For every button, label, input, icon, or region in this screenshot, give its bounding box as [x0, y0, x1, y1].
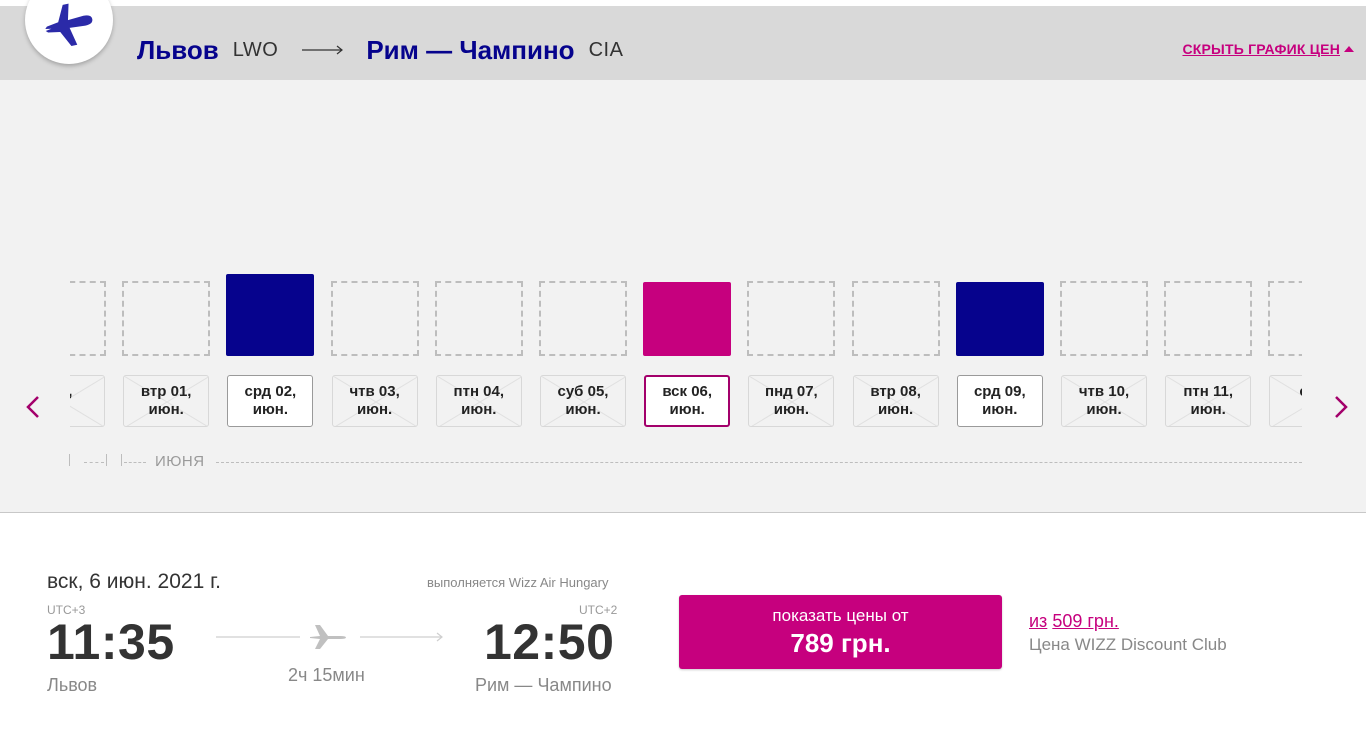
chevron-right-icon[interactable]	[1331, 392, 1351, 422]
date-tab-day: чтв 03,	[349, 383, 400, 400]
price-bar-empty	[122, 281, 211, 356]
date-tab-day: суб	[1299, 383, 1302, 401]
month-tick	[106, 454, 107, 466]
date-tab-day: птн 11,	[1183, 383, 1234, 400]
flight-duration: 2ч 15мин	[288, 665, 365, 685]
date-tab-month: июн.	[773, 401, 810, 418]
date-tab-day: чтв 10,	[1078, 383, 1130, 400]
date-tab[interactable]: вск 06, июн.	[644, 375, 731, 427]
price-bar-empty	[1060, 281, 1148, 356]
date-tab[interactable]: птн 04, июн.	[435, 375, 522, 427]
flight-timeline	[216, 625, 446, 654]
price-bars: 31,явтр 01,июн.срд 02,июн.чтв 03,июн.птн…	[70, 80, 1302, 512]
price-bar-empty	[1164, 281, 1253, 356]
price-bar-empty	[851, 281, 940, 356]
date-tab[interactable]: срд 09, июн.	[956, 375, 1043, 427]
date-tab-month: июн.	[565, 401, 601, 418]
date-tab-day: 31,	[70, 383, 72, 401]
month-divider	[124, 462, 146, 463]
date-tab-day: вск 06,	[662, 383, 713, 400]
price-bar-empty	[330, 281, 419, 356]
date-tab[interactable]: суб 05, июн.	[540, 375, 626, 427]
departure-city: Львов	[47, 675, 98, 695]
date-tab-month: июн.	[1190, 401, 1226, 418]
date-tab-day: срд 09,	[973, 383, 1026, 400]
route-arrow-icon	[302, 45, 344, 55]
destination-code: CIA	[588, 38, 624, 61]
month-tick	[69, 454, 70, 466]
date-tab[interactable]: втр 08, июн.	[852, 375, 939, 427]
date-tab[interactable]: суби	[1269, 375, 1302, 427]
date-tab[interactable]: втр 01, июн.	[123, 375, 210, 427]
date-tab[interactable]: пнд 07, июн.	[748, 375, 835, 427]
price-chart: 31,явтр 01,июн.срд 02,июн.чтв 03,июн.птн…	[0, 80, 1366, 513]
destination-city: Рим — Чампино	[366, 34, 575, 65]
show-prices-button[interactable]: показать цены от 789 грн.	[679, 595, 1002, 669]
date-tab-day: птн 04,	[453, 383, 505, 400]
price-bar-empty	[70, 281, 106, 356]
flight-card: вск, 6 июн. 2021 г. выполняется Wizz Air…	[0, 513, 1366, 741]
unavailable-cross	[1270, 376, 1302, 426]
date-tab-month: июн.	[877, 401, 914, 418]
club-price-value: 509 грн.	[1052, 611, 1119, 631]
price-bar-empty	[747, 281, 836, 356]
origin-code: LWO	[232, 38, 279, 61]
operated-by: выполняется Wizz Air Hungary	[427, 575, 609, 590]
date-tab[interactable]: срд 02, июн.	[227, 375, 314, 427]
club-price-link[interactable]: из 509 грн.	[1029, 611, 1119, 632]
date-tab-day: срд 02,	[244, 383, 297, 400]
route-header: Львов LWO Рим — Чампино CIA СКРЫТЬ ГРАФИ…	[0, 6, 1366, 80]
price-value: 789 грн.	[790, 628, 891, 658]
date-tab-month: июн.	[982, 401, 1018, 418]
club-price-prefix: из	[1029, 611, 1048, 631]
date-tab-day: пнд 07,	[765, 383, 818, 400]
departure-time: 11:35	[47, 614, 175, 670]
chevron-left-icon[interactable]	[23, 392, 43, 422]
date-tab[interactable]: птн 11, июн.	[1165, 375, 1252, 427]
hide-price-chart-link[interactable]: СКРЫТЬ ГРАФИК ЦЕН	[1182, 41, 1354, 57]
price-bar[interactable]	[226, 274, 315, 356]
month-label: ИЮНЯ	[155, 453, 205, 470]
date-tab[interactable]: чтв 03, июн.	[331, 375, 418, 427]
airplane-icon	[45, 3, 93, 46]
date-tab-month: июн.	[669, 401, 705, 418]
date-tab-day: втр 01,	[140, 383, 192, 400]
month-tick	[121, 454, 122, 466]
price-bar-empty	[539, 281, 627, 356]
date-tab[interactable]: чтв 10, июн.	[1061, 375, 1147, 427]
date-tab[interactable]: 31,я	[70, 375, 105, 427]
date-tab-month: июн.	[356, 401, 393, 418]
price-bar[interactable]	[955, 282, 1044, 356]
month-divider	[216, 462, 1302, 463]
date-tab-month: июн.	[461, 401, 497, 418]
origin-city: Львов	[137, 34, 219, 65]
club-price-label: Цена WIZZ Discount Club	[1029, 635, 1227, 654]
price-bar[interactable]	[643, 282, 732, 356]
date-tab-day: суб 05,	[557, 383, 609, 400]
arrival-time: 12:50	[484, 614, 615, 670]
unavailable-cross	[70, 376, 104, 426]
date-tab-month: июн.	[252, 401, 289, 418]
date-tab-day: втр 08,	[870, 383, 921, 400]
arrival-city: Рим — Чампино	[475, 675, 612, 695]
show-prices-label: показать цены от	[772, 606, 909, 625]
date-tab-month: июн.	[148, 401, 184, 418]
hide-price-chart-label: СКРЫТЬ ГРАФИК ЦЕН	[1182, 41, 1340, 57]
date-tab-month: июн.	[1086, 401, 1122, 418]
airplane-icon	[310, 625, 346, 649]
caret-up-icon	[1344, 46, 1354, 52]
price-bar-empty	[434, 281, 523, 356]
flight-date: вск, 6 июн. 2021 г.	[47, 570, 222, 593]
price-bar-empty	[1268, 281, 1302, 356]
month-divider	[84, 462, 104, 463]
route: Львов LWO Рим — Чампино CIA	[137, 33, 623, 67]
